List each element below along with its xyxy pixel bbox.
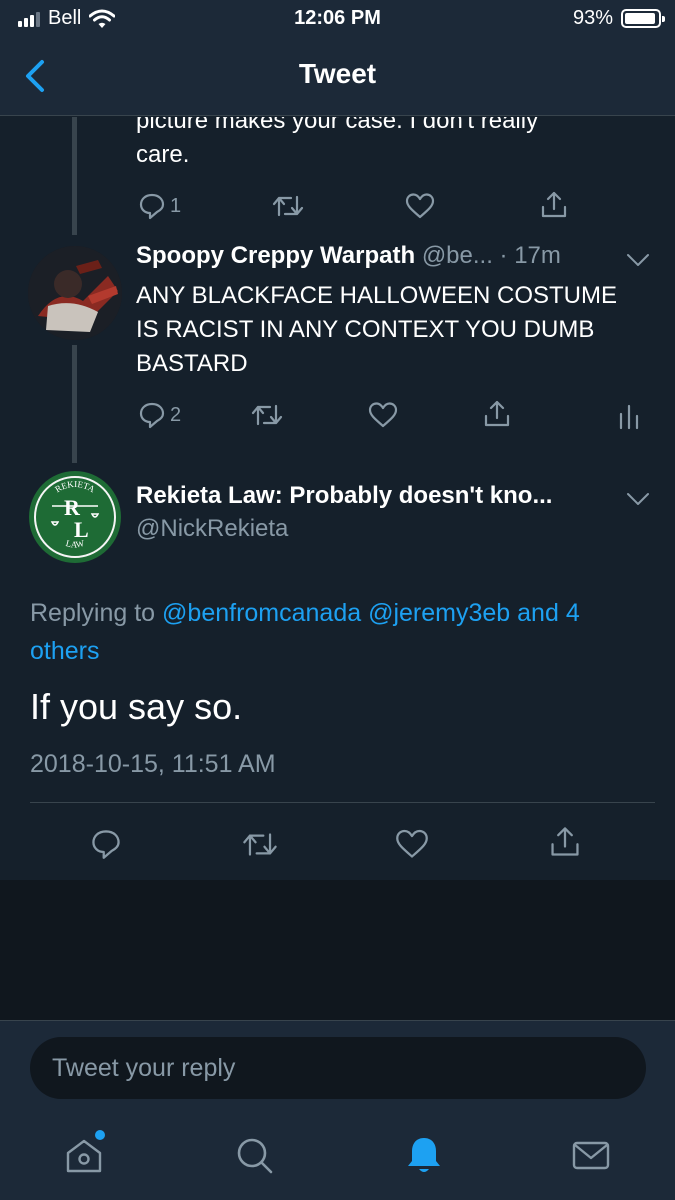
like-icon[interactable] — [405, 192, 435, 220]
share-icon[interactable] — [539, 190, 569, 220]
notification-dot — [95, 1130, 105, 1140]
author-name[interactable]: Rekieta Law: Probably doesn't kno... — [136, 482, 552, 510]
page-title: Tweet — [298, 58, 377, 89]
tweet-timestamp: 2018-10-15, 11:51 AM — [30, 750, 276, 778]
tweet-age: · 17m — [499, 242, 561, 269]
chevron-down-icon[interactable] — [626, 253, 650, 267]
battery-percent: 93% — [572, 7, 613, 29]
reply-tweet-text: ANY BLACKFACE HALLOWEEN COSTUME IS RACIS… — [136, 282, 618, 377]
chevron-down-icon[interactable] — [626, 492, 650, 506]
reply-input[interactable] — [30, 1037, 646, 1099]
reply-icon — [139, 402, 165, 429]
author-handle: @NickRekieta — [136, 515, 289, 542]
like-icon[interactable] — [395, 828, 429, 860]
reply-composer — [0, 1020, 675, 1115]
empty-area — [0, 880, 675, 1020]
retweet-icon[interactable] — [272, 193, 304, 219]
reply-author-row: Spoopy Creppy Warpath @be... · 17m — [136, 242, 561, 270]
messages-icon[interactable] — [569, 1133, 613, 1177]
reply-icon[interactable] — [90, 828, 122, 860]
author-handle: @be... — [421, 242, 493, 269]
search-icon[interactable] — [232, 1133, 276, 1177]
mention-link[interactable]: @jeremy3eb — [368, 599, 510, 627]
reply-count: 2 — [170, 403, 182, 426]
author-name[interactable]: Spoopy Creppy Warpath — [136, 242, 415, 269]
avatar[interactable] — [28, 246, 122, 340]
rekieta-law-logo: REKIETA LAW R L — [29, 471, 121, 563]
retweet-icon[interactable] — [251, 402, 283, 428]
mention-link[interactable]: @benfromcanada — [162, 599, 361, 627]
reply-action[interactable]: 1 — [138, 192, 181, 220]
nav-bar: Tweet — [0, 38, 675, 116]
status-bar: Bell 12:06 PM 93% — [0, 0, 675, 38]
share-icon[interactable] — [482, 399, 512, 429]
prev-tweet-text: care. — [136, 141, 190, 168]
main-tweet-actions — [0, 824, 675, 864]
replying-to: Replying to @benfromcanada @jeremy3eb an… — [30, 594, 650, 670]
svg-text:L: L — [74, 517, 89, 542]
reply-action[interactable]: 2 — [138, 401, 181, 429]
retweet-icon[interactable] — [242, 830, 278, 859]
notifications-icon[interactable] — [402, 1133, 446, 1177]
battery-info: 93% — [572, 7, 665, 30]
reply-icon — [139, 193, 165, 220]
share-icon[interactable] — [548, 825, 582, 859]
divider — [30, 802, 655, 803]
reply-tweet-actions: 2 — [0, 397, 675, 433]
tab-bar — [0, 1115, 675, 1200]
tweet-text: If you say so. — [30, 686, 243, 727]
avatar[interactable]: REKIETA LAW R L — [28, 470, 122, 564]
reply-count: 1 — [170, 194, 182, 217]
analytics-icon[interactable] — [618, 402, 640, 430]
battery-icon — [621, 9, 665, 28]
like-icon[interactable] — [368, 401, 398, 429]
prev-tweet-actions: 1 — [0, 188, 675, 224]
avatar-image — [28, 246, 122, 340]
replying-prefix: Replying to — [30, 599, 163, 627]
